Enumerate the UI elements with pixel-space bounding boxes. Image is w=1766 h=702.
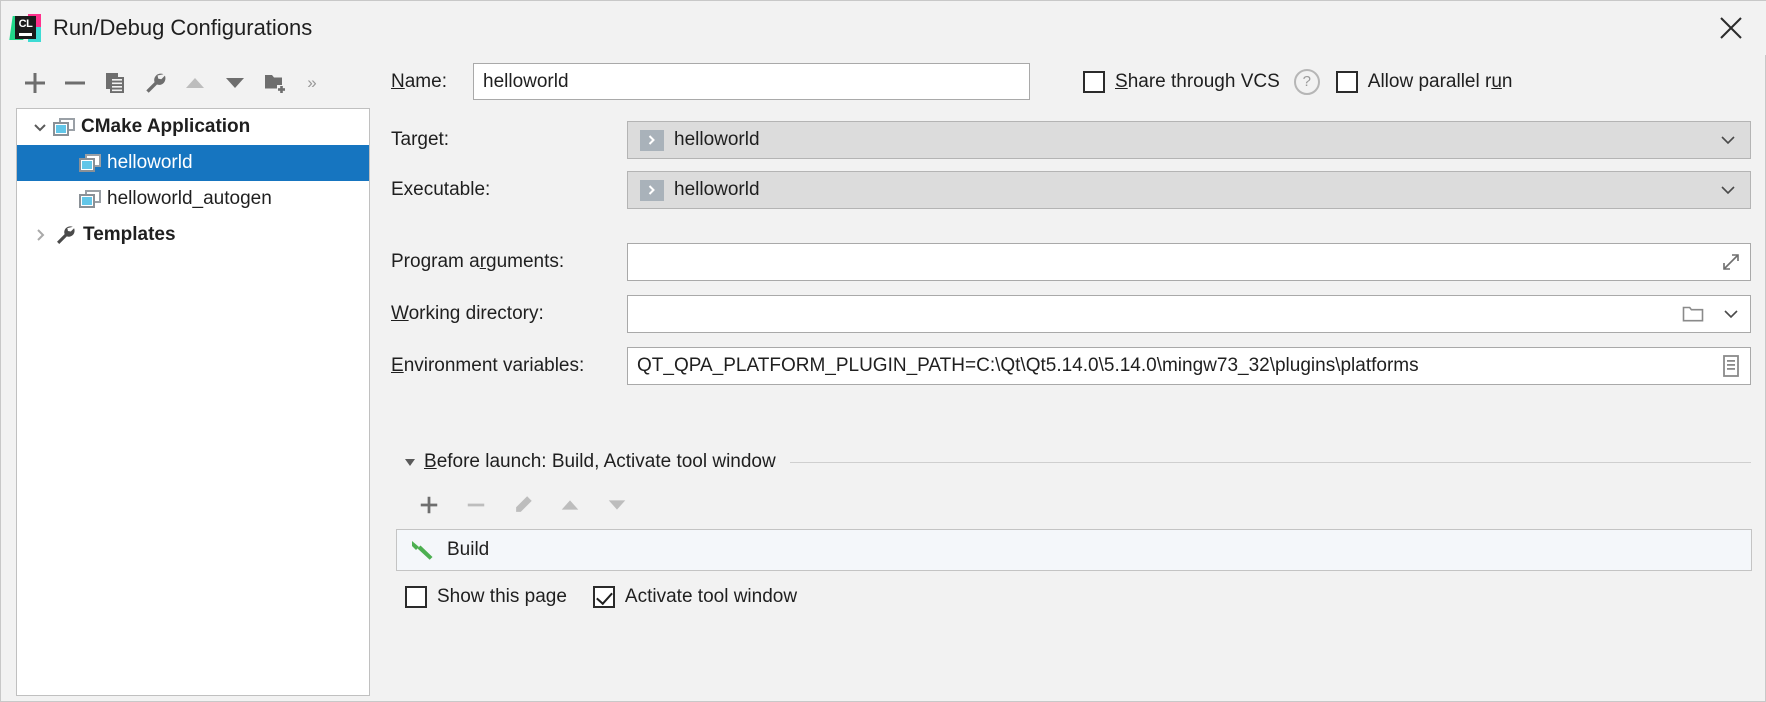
target-label: Target: [391, 129, 449, 151]
share-through-vcs-label[interactable]: Share through VCS [1115, 71, 1280, 93]
arrow-down-icon [223, 71, 247, 95]
target-value: helloworld [674, 129, 1706, 151]
remove-task-button[interactable] [452, 484, 499, 526]
tree-node-label: helloworld_autogen [107, 188, 272, 210]
target-combobox[interactable]: helloworld [627, 121, 1751, 159]
app-icon-initials: CL [15, 16, 36, 33]
name-row: Name: [391, 63, 447, 100]
minus-icon [63, 71, 87, 95]
tree-node-helloworld[interactable]: helloworld [17, 145, 369, 181]
folder-add-icon [263, 71, 287, 95]
tree-node-templates[interactable]: Templates [17, 217, 369, 253]
expand-diagonal-icon[interactable] [1712, 244, 1750, 280]
share-through-vcs-checkbox[interactable] [1083, 71, 1105, 93]
plus-icon [418, 494, 440, 516]
triangle-down-icon[interactable] [396, 454, 424, 470]
environment-variables-value: QT_QPA_PLATFORM_PLUGIN_PATH=C:\Qt\Qt5.14… [628, 348, 1712, 384]
edit-task-button[interactable] [499, 484, 546, 526]
folder-icon[interactable] [1674, 296, 1712, 332]
run-target-icon [640, 180, 664, 201]
before-launch-title[interactable]: Before launch: Build, Activate tool wind… [424, 451, 776, 473]
chevron-down-icon[interactable] [1706, 122, 1750, 158]
before-launch-header: Before launch: Build, Activate tool wind… [396, 449, 1751, 475]
name-label: Name: [391, 71, 447, 93]
working-directory-field[interactable] [627, 295, 1751, 333]
share-through-vcs-row: Share through VCS ? Allow parallel run [1083, 63, 1512, 100]
executable-row: Executable: [391, 171, 490, 209]
program-arguments-field[interactable] [627, 243, 1751, 281]
run-debug-configurations-dialog: CL Run/Debug Configurations [0, 0, 1766, 702]
wrench-icon [143, 71, 167, 95]
move-task-up-button[interactable] [546, 484, 593, 526]
activate-tool-window-checkbox[interactable] [593, 586, 615, 608]
move-up-button[interactable] [175, 63, 215, 103]
arrow-up-icon [183, 71, 207, 95]
executable-combobox[interactable]: helloworld [627, 171, 1751, 209]
show-this-page-checkbox[interactable] [405, 586, 427, 608]
program-arguments-label: Program arguments: [391, 251, 564, 273]
target-row: Target: [391, 121, 449, 159]
tree-node-label: Templates [83, 224, 176, 246]
move-down-button[interactable] [215, 63, 255, 103]
before-launch-options: Show this page Activate tool window [405, 582, 797, 612]
chevron-right-icon[interactable] [27, 217, 53, 253]
add-configuration-button[interactable] [15, 63, 55, 103]
name-input[interactable] [473, 63, 1030, 100]
tree-node-helloworld-autogen[interactable]: helloworld_autogen [17, 181, 369, 217]
toolbar-overflow-button[interactable]: » [295, 63, 329, 103]
executable-value: helloworld [674, 179, 1706, 201]
chevron-down-icon[interactable] [1706, 172, 1750, 208]
title-bar: CL Run/Debug Configurations [1, 1, 1766, 55]
copy-configuration-button[interactable] [95, 63, 135, 103]
chevron-down-icon[interactable] [1712, 296, 1750, 332]
hammer-icon [409, 538, 435, 562]
arrow-down-icon [606, 494, 628, 516]
edit-templates-button[interactable] [135, 63, 175, 103]
environment-variables-field[interactable]: QT_QPA_PLATFORM_PLUGIN_PATH=C:\Qt\Qt5.14… [627, 347, 1751, 385]
clion-icon: CL [11, 13, 41, 43]
question-mark-icon[interactable]: ? [1294, 69, 1320, 95]
add-task-button[interactable] [405, 484, 452, 526]
tree-node-label: helloworld [107, 152, 193, 174]
copy-icon [103, 71, 127, 95]
close-icon[interactable] [1709, 7, 1753, 49]
configurations-toolbar: » [15, 59, 375, 107]
before-launch-task-label: Build [447, 539, 489, 561]
allow-parallel-run-label[interactable]: Allow parallel run [1368, 71, 1513, 93]
new-folder-button[interactable] [255, 63, 295, 103]
working-directory-label: Working directory: [391, 303, 544, 325]
show-this-page-label[interactable]: Show this page [437, 586, 567, 608]
before-launch-task-list[interactable]: Build [396, 529, 1752, 571]
minus-icon [465, 494, 487, 516]
run-configuration-icon [79, 154, 101, 172]
plus-icon [23, 71, 47, 95]
before-launch-toolbar [405, 484, 705, 526]
tree-node-label: CMake Application [81, 116, 250, 138]
remove-configuration-button[interactable] [55, 63, 95, 103]
activate-tool-window-label[interactable]: Activate tool window [625, 586, 797, 608]
environment-variables-row: Environment variables: [391, 347, 584, 385]
cmake-application-icon [53, 118, 75, 136]
move-task-down-button[interactable] [593, 484, 640, 526]
chevron-down-icon[interactable] [27, 109, 53, 145]
wrench-icon [53, 224, 77, 246]
configurations-tree[interactable]: CMake Application helloworld helloworld_… [16, 108, 370, 696]
pencil-icon [512, 494, 534, 516]
page-title: Run/Debug Configurations [53, 15, 312, 41]
executable-label: Executable: [391, 179, 490, 201]
allow-parallel-run-checkbox[interactable] [1336, 71, 1358, 93]
environment-variables-label: Environment variables: [391, 355, 584, 377]
section-divider [790, 462, 1751, 463]
list-editor-icon[interactable] [1712, 348, 1750, 384]
program-arguments-row: Program arguments: [391, 243, 564, 281]
arrow-up-icon [559, 494, 581, 516]
tree-node-cmake-application[interactable]: CMake Application [17, 109, 369, 145]
working-directory-row: Working directory: [391, 295, 544, 333]
run-target-icon [640, 130, 664, 151]
configuration-form: Name: Share through VCS ? Allow parallel… [391, 59, 1751, 699]
run-configuration-icon [79, 190, 101, 208]
